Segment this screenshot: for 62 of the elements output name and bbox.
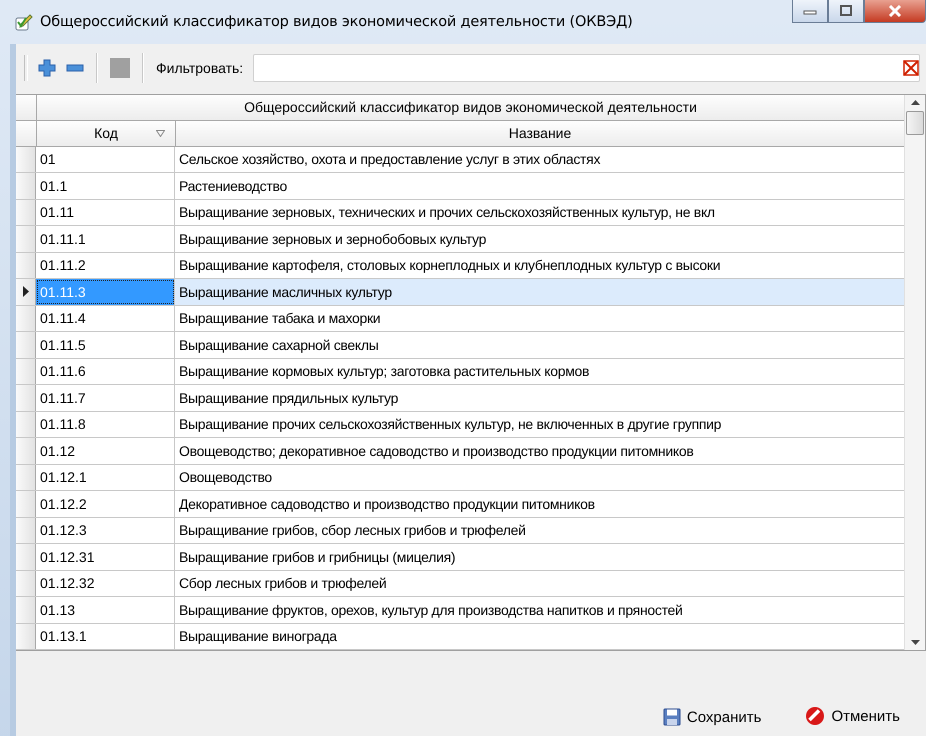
column-group-header: Общероссийский классификатор видов экономической деятельности	[243, 98, 698, 118]
filter-label: Фильтровать:	[156, 60, 244, 76]
window-title: Общероссийский классификатор видов экономической деятельности (ОКВЭД)	[40, 14, 633, 30]
minimize-button[interactable]	[792, 0, 828, 23]
table-cell: 01.12.3	[36, 518, 175, 543]
save-button[interactable]: Сохранить	[658, 706, 766, 728]
table-cell-text: Выращивание зерновых и зернобобовых культур	[178, 230, 488, 249]
table-cell: 01.11.6	[36, 358, 175, 384]
table-cell-text: Выращивание сахарной свеклы	[178, 336, 380, 355]
table-cell-text: Выращивание винограда	[178, 627, 338, 646]
column-header[interactable]: Код	[37, 120, 176, 146]
table-cell-text: Декоративное садоводство и производство продукции питомников	[178, 494, 596, 514]
table-cell: 01.12.31	[36, 544, 175, 570]
table-cell: Выращивание масличных культур	[175, 279, 904, 304]
table-cell-text: Выращивание прочих сельскохозяйственных культур, не включенных в другие группир	[178, 415, 722, 434]
clear-icon[interactable]	[903, 60, 919, 76]
filter-field[interactable]	[253, 54, 920, 82]
table-cell: 01.13	[36, 597, 175, 622]
sort-icon	[156, 130, 165, 137]
close-button[interactable]	[864, 0, 926, 23]
cancel-button[interactable]: Отменить	[801, 704, 904, 728]
table-cell: 01.12.1	[36, 464, 175, 490]
table-cell-text: Сбор лесных грибов и трюфелей	[178, 574, 388, 594]
table-cell: 01.11.3	[36, 279, 175, 304]
table-cell: 01.12	[36, 438, 175, 464]
table-cell: 01.11.7	[36, 385, 175, 410]
table-cell-text: Выращивание грибов и грибницы (мицелия)	[178, 548, 456, 567]
close-icon	[888, 5, 902, 17]
table-cell: 01.11.2	[36, 252, 175, 278]
row-selector[interactable]	[16, 279, 36, 304]
scroll-up-icon[interactable]	[910, 99, 920, 105]
table-cell-text: Выращивание грибов, сбор лесных грибов и трюфелей	[178, 521, 527, 540]
add-icon[interactable]	[38, 59, 56, 77]
table-cell: 01.11.1	[36, 226, 175, 252]
table-cell: 01	[36, 146, 175, 172]
table-cell: 01.1	[36, 173, 175, 198]
table-cell-text: Выращивание зерновых, технических и прочих сельскохозяйственных культур, не вкл	[178, 203, 716, 222]
table-cell-text: Выращивание прядильных культур	[178, 388, 400, 408]
remove-icon[interactable]	[66, 64, 84, 72]
scroll-thumb[interactable]	[906, 111, 924, 135]
table-cell-text: Выращивание фруктов, орехов, культур для производства напитков и пряностей	[178, 600, 684, 620]
table-cell-text: Растениеводство	[178, 176, 288, 196]
scrollbar[interactable]	[904, 95, 925, 650]
table-cell: 01.11	[36, 200, 175, 225]
table-cell: 01.12.32	[36, 570, 175, 596]
table-cell: 01.12.2	[36, 491, 175, 516]
scroll-down-icon[interactable]	[910, 640, 920, 646]
table-cell-text: Сельское хозяйство, охота и предоставление услуг в этих областях	[178, 150, 602, 170]
no-entry-icon	[805, 706, 826, 726]
table-cell-text: Выращивание картофеля, столовых корнеплодных и клубнеплодных культур с высоки	[178, 256, 722, 276]
table-cell: 01.11.4	[36, 306, 175, 331]
table-cell: 01.11.5	[36, 332, 175, 358]
column-header[interactable]: Название	[176, 120, 904, 146]
table-cell: 01.13.1	[36, 624, 175, 649]
table-cell-text: Выращивание табака и махорки	[178, 309, 382, 328]
table-cell: 01.11.8	[36, 412, 175, 437]
table-cell-text: Овощеводство	[178, 468, 273, 488]
row-pointer-icon	[22, 286, 28, 298]
maximize-button[interactable]	[828, 0, 864, 23]
table-cell-text: Овощеводство; декоративное садоводство и производство продукции питомников	[178, 442, 694, 461]
table-cell-text: Выращивание кормовых культур; заготовка растительных кормов	[178, 362, 590, 382]
maximize-icon	[839, 5, 853, 17]
